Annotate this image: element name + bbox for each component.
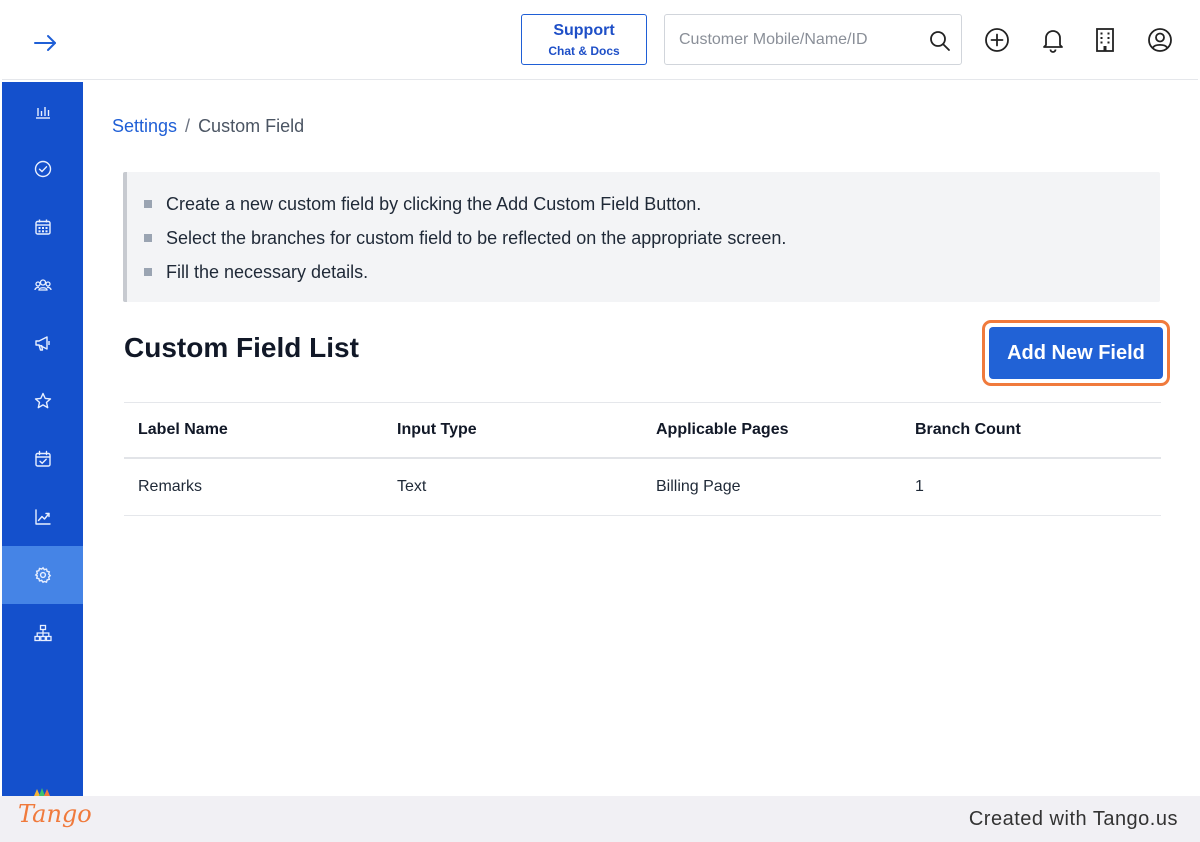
cell-label-name: Remarks [138,478,203,495]
tango-footer: Tango Created with Tango.us [0,796,1200,842]
brand-logo-icon [34,788,50,796]
tango-logo: Tango [18,800,92,828]
sidebar [2,82,83,796]
created-with-text: Created with Tango.us [968,808,1178,830]
sidebar-item-customers[interactable] [2,256,83,314]
app-window: Support Chat & Docs Customer Mobile/Name… [2,2,1198,796]
add-new-field-button[interactable]: Add New Field [989,327,1163,379]
org-chart-icon [33,624,52,642]
instructions-box: Create a new custom field by clicking th… [123,172,1160,302]
calendar-check-icon [34,450,51,467]
custom-field-table: Label Name Input Type Applicable Pages B… [124,402,1161,516]
notification-bell-icon[interactable] [1040,27,1066,53]
instruction-text: Fill the necessary details. [166,262,369,282]
calendar-icon [34,219,51,235]
breadcrumb-current: Custom Field [198,116,305,136]
support-button-title: Support [553,22,615,39]
page-title: Custom Field List [124,332,359,363]
sidebar-item-appointments[interactable] [2,430,83,488]
sidebar-item-tasks[interactable] [2,140,83,198]
sidebar-item-calendar[interactable] [2,198,83,256]
instruction-text: Select the branches for custom field to … [166,228,787,248]
support-button-subtitle: Chat & Docs [548,44,620,58]
instruction-text: Create a new custom field by clicking th… [166,194,702,214]
cell-input-type: Text [397,478,427,495]
breadcrumb-separator: / [185,116,191,136]
customer-search [664,14,962,65]
users-icon [33,279,52,291]
megaphone-icon [34,336,50,351]
expand-sidebar-arrow-icon[interactable] [30,28,60,58]
gear-icon [34,566,51,584]
column-header-input-type: Input Type [397,421,477,438]
support-button[interactable]: Support Chat & Docs [521,14,647,65]
search-icon[interactable] [928,29,952,53]
user-profile-icon[interactable] [1147,27,1173,53]
sidebar-item-reports[interactable] [2,488,83,546]
sidebar-item-marketing[interactable] [2,314,83,372]
table-header-row: Label Name Input Type Applicable Pages B… [124,403,1161,459]
breadcrumb-settings-link[interactable]: Settings [112,116,177,136]
bullet-icon [144,234,152,242]
instructions-list: Create a new custom field by clicking th… [144,193,786,295]
bullet-icon [144,200,152,208]
instruction-item: Fill the necessary details. [144,261,786,295]
customer-search-input[interactable] [679,29,919,51]
column-header-branch-count: Branch Count [915,421,1021,438]
instruction-item: Select the branches for custom field to … [144,227,786,261]
table-row[interactable]: Remarks Text Billing Page 1 [124,459,1161,516]
column-header-applicable-pages: Applicable Pages [656,421,789,438]
check-circle-icon [34,160,51,178]
instruction-item: Create a new custom field by clicking th… [144,193,786,227]
cell-applicable-pages: Billing Page [656,478,741,495]
column-header-label-name: Label Name [138,421,228,438]
sidebar-item-settings[interactable] [2,546,83,604]
star-icon [34,392,51,409]
cell-branch-count: 1 [915,478,924,495]
sidebar-item-feedback[interactable] [2,372,83,430]
sidebar-item-branches[interactable] [2,604,83,662]
breadcrumb: Settings / Custom Field [112,116,304,137]
trend-chart-icon [34,509,51,525]
building-icon[interactable] [1092,27,1118,53]
add-circle-icon[interactable] [984,27,1010,53]
sidebar-item-dashboard[interactable] [2,82,83,140]
bullet-icon [144,268,152,276]
bar-chart-icon [35,107,50,119]
top-bar: Support Chat & Docs [2,2,1198,80]
